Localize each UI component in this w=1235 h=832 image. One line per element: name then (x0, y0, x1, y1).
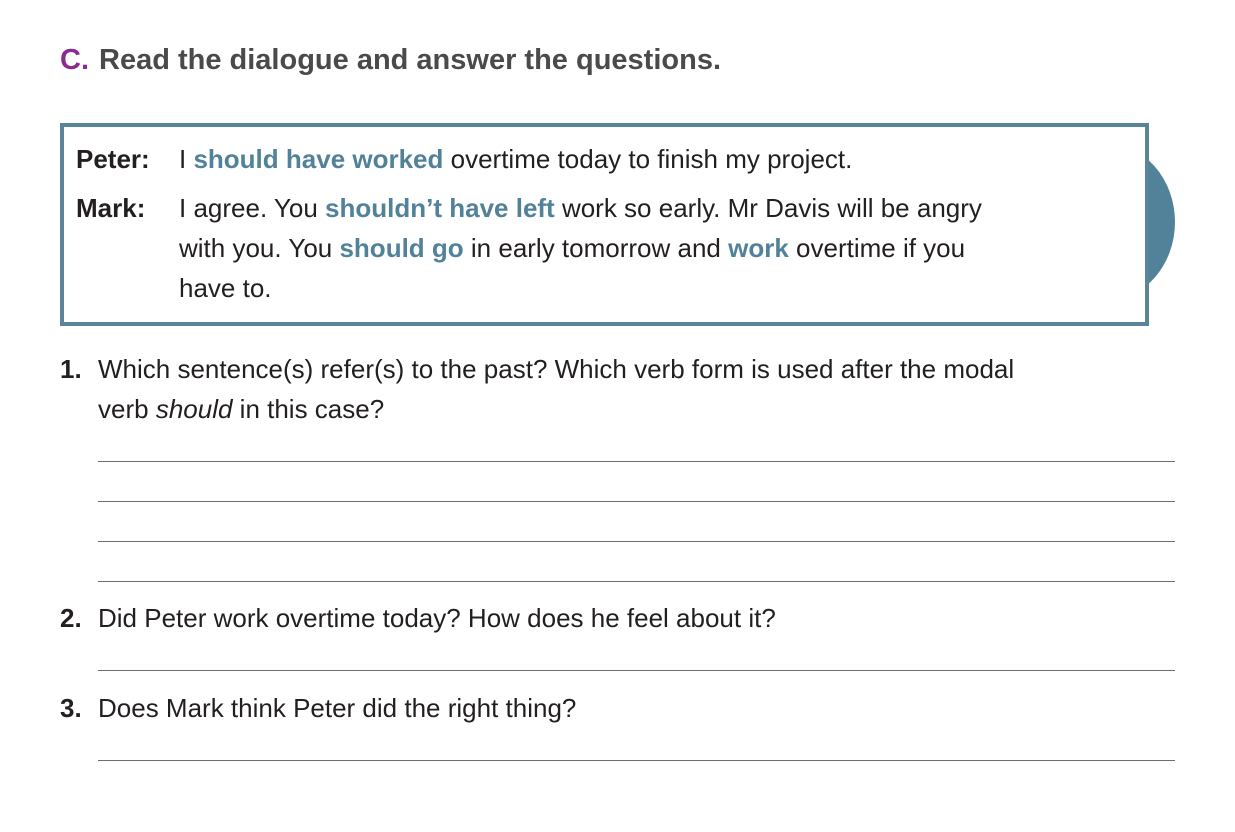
mark-line-3: have to. (179, 273, 272, 304)
mark-line-2-text-a: with you. You (179, 233, 340, 263)
mark-line-1: I agree. You shouldn’t have left work so… (179, 193, 982, 224)
peter-line-1-text-a: I (179, 144, 194, 174)
mark-line-1-text-a: I agree. You (179, 193, 326, 223)
mark-line-3-text: have to. (179, 273, 272, 303)
answer-line-q3-1[interactable] (98, 760, 1175, 761)
mark-highlight-shouldnt-have-left: shouldn’t have left (325, 193, 555, 223)
mark-line-1-text-c: work so early. Mr Davis will be angry (554, 193, 982, 223)
mark-highlight-should-go: should go (339, 233, 464, 263)
question-2-text: Did Peter work overtime today? How does … (98, 603, 776, 633)
exercise-title: Read the dialogue and answer the questio… (99, 43, 721, 76)
question-1-line-2-text-c: in this case? (232, 394, 385, 424)
question-1-number: 1. (60, 354, 82, 384)
question-3-number: 3. (60, 693, 82, 723)
mark-line-2-text-e: overtime if you (788, 233, 966, 263)
exercise-heading: C. Read the dialogue and answer the ques… (60, 40, 721, 80)
speaker-peter: Peter: (76, 144, 150, 174)
question-1-line-1: Which sentence(s) refer(s) to the past? … (98, 354, 1015, 384)
question-3-text: Does Mark think Peter did the right thin… (98, 693, 577, 723)
dialogue-box: Peter: I should have worked overtime tod… (60, 123, 1149, 326)
question-2-number: 2. (60, 603, 82, 633)
mark-line-2-text-c: in early tomorrow and (463, 233, 729, 263)
question-1-line-2-text-a: verb (98, 394, 156, 424)
speaker-mark: Mark: (76, 193, 146, 223)
peter-line-1: I should have worked overtime today to f… (179, 144, 852, 175)
exercise-letter: C. (60, 43, 89, 76)
answer-line-q1-2[interactable] (98, 501, 1175, 502)
peter-line-1-text-c: overtime today to finish my project. (443, 144, 853, 174)
question-1-line-2: verb should in this case? (98, 394, 384, 425)
peter-highlight-should-have-worked: should have worked (193, 144, 444, 174)
mark-line-2: with you. You should go in early tomorro… (179, 233, 965, 264)
answer-line-q1-1[interactable] (98, 461, 1175, 462)
answer-line-q1-3[interactable] (98, 541, 1175, 542)
answer-line-q1-4[interactable] (98, 581, 1175, 582)
question-1-italic-should: should (155, 394, 233, 424)
mark-highlight-work: work (728, 233, 789, 263)
answer-line-q2-1[interactable] (98, 670, 1175, 671)
